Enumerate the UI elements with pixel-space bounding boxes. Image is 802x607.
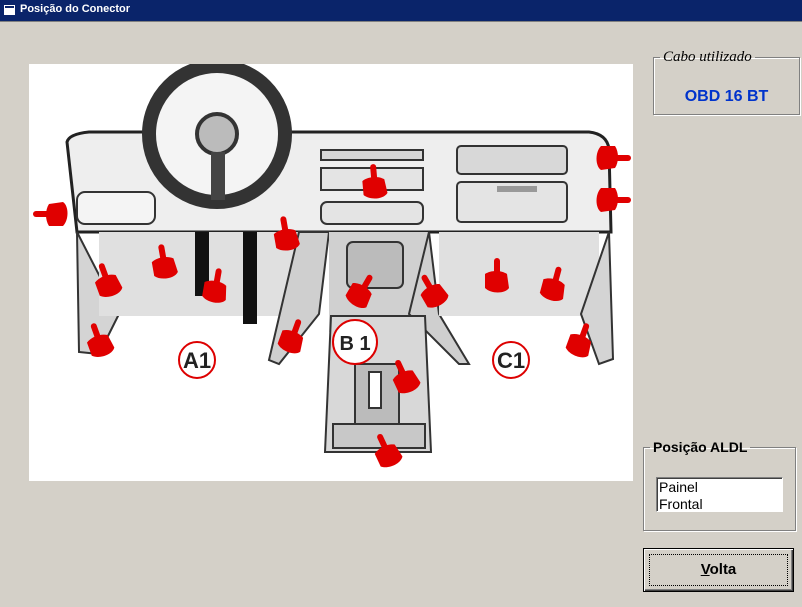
list-item[interactable]: Painel <box>659 479 780 496</box>
window-icon <box>4 5 15 15</box>
cabo-value: OBD 16 BT <box>684 88 769 105</box>
cabo-utilizado-group: Cabo utilizado OBD 16 BT <box>653 49 800 115</box>
zone-a1: A1 <box>178 341 216 379</box>
window-title: Posição do Conector <box>20 3 131 15</box>
connector-position-image: A1 B 1 C1 <box>29 64 633 481</box>
list-item[interactable]: Frontal <box>659 496 780 513</box>
svg-text:B 1: B 1 <box>339 333 370 355</box>
title-bar: Posição do Conector <box>0 0 802 22</box>
zone-b1: B 1 <box>332 319 378 365</box>
svg-text:A1: A1 <box>183 348 211 373</box>
cabo-utilizado-legend: Cabo utilizado <box>663 49 752 65</box>
zone-c1: C1 <box>492 341 530 379</box>
aldl-listbox[interactable]: Painel Frontal <box>656 477 783 512</box>
posicao-aldl-group: Posição ALDL Painel Frontal <box>643 439 796 531</box>
svg-text:C1: C1 <box>497 348 525 373</box>
volta-button[interactable]: Volta <box>643 548 794 592</box>
posicao-aldl-legend: Posição ALDL <box>653 439 748 455</box>
